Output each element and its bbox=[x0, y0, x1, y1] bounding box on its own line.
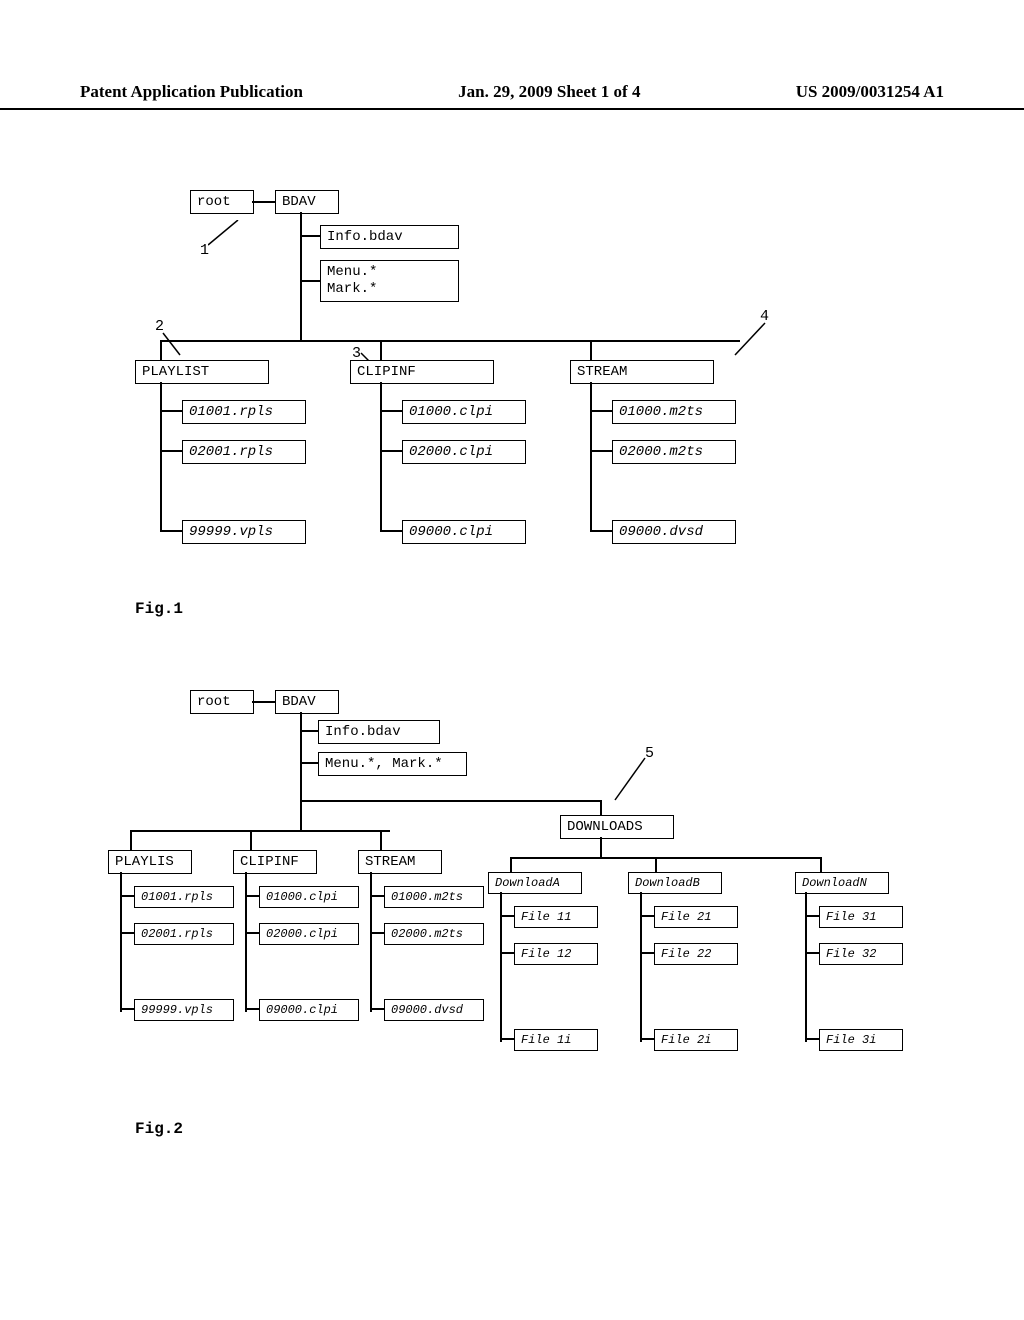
fig2-c2-box: 02000.clpi bbox=[259, 923, 359, 945]
fig2-playlis-box: PLAYLIS bbox=[108, 850, 192, 874]
fig1-s2-box: 02000.m2ts bbox=[612, 440, 736, 464]
fig2-bdav-box: BDAV bbox=[275, 690, 339, 714]
fig2-s2-box: 02000.m2ts bbox=[384, 923, 484, 945]
figure-2: root BDAV Info.bdav Menu.*, Mark.* 5 DOW… bbox=[100, 690, 930, 1130]
fig2-label: Fig.2 bbox=[135, 1120, 183, 1138]
fig2-menumark-box: Menu.*, Mark.* bbox=[318, 752, 467, 776]
fig2-p2-box: 02001.rpls bbox=[134, 923, 234, 945]
fig2-p1-box: 01001.rpls bbox=[134, 886, 234, 908]
header-left: Patent Application Publication bbox=[80, 82, 303, 102]
fig2-p3-box: 99999.vpls bbox=[134, 999, 234, 1021]
fig1-p2-box: 02001.rpls bbox=[182, 440, 306, 464]
fig2-db-box: DownloadB bbox=[628, 872, 722, 894]
fig2-f32-box: File 32 bbox=[819, 943, 903, 965]
fig2-info-box: Info.bdav bbox=[318, 720, 440, 744]
fig2-clipinf-box: CLIPINF bbox=[233, 850, 317, 874]
fig1-c2-box: 02000.clpi bbox=[402, 440, 526, 464]
fig1-c1-box: 01000.clpi bbox=[402, 400, 526, 424]
fig2-f11-box: File 11 bbox=[514, 906, 598, 928]
fig1-stream-box: STREAM bbox=[570, 360, 714, 384]
figure-1: root BDAV 1 Info.bdav Menu.* Mark.* 2 3 … bbox=[130, 190, 900, 650]
fig2-c3-box: 09000.clpi bbox=[259, 999, 359, 1021]
page-header: Patent Application Publication Jan. 29, … bbox=[0, 82, 1024, 110]
header-right: US 2009/0031254 A1 bbox=[796, 82, 944, 102]
fig2-root-box: root bbox=[190, 690, 254, 714]
fig1-p1-box: 01001.rpls bbox=[182, 400, 306, 424]
fig1-s3-box: 09000.dvsd bbox=[612, 520, 736, 544]
fig1-c3-box: 09000.clpi bbox=[402, 520, 526, 544]
fig2-f1i-box: File 1i bbox=[514, 1029, 598, 1051]
fig1-clipinf-box: CLIPINF bbox=[350, 360, 494, 384]
fig1-info-box: Info.bdav bbox=[320, 225, 459, 249]
header-center: Jan. 29, 2009 Sheet 1 of 4 bbox=[458, 82, 640, 102]
fig1-bdav-box: BDAV bbox=[275, 190, 339, 214]
fig1-menumark-box: Menu.* Mark.* bbox=[320, 260, 459, 302]
fig1-label: Fig.1 bbox=[135, 600, 183, 618]
fig2-s1-box: 01000.m2ts bbox=[384, 886, 484, 908]
fig2-f22-box: File 22 bbox=[654, 943, 738, 965]
fig2-f21-box: File 21 bbox=[654, 906, 738, 928]
fig2-f31-box: File 31 bbox=[819, 906, 903, 928]
fig2-stream-box: STREAM bbox=[358, 850, 442, 874]
fig1-p3-box: 99999.vpls bbox=[182, 520, 306, 544]
fig1-root-box: root bbox=[190, 190, 254, 214]
fig1-playlist-box: PLAYLIST bbox=[135, 360, 269, 384]
fig2-da-box: DownloadA bbox=[488, 872, 582, 894]
fig1-s1-box: 01000.m2ts bbox=[612, 400, 736, 424]
fig2-f2i-box: File 2i bbox=[654, 1029, 738, 1051]
fig2-s3-box: 09000.dvsd bbox=[384, 999, 484, 1021]
fig2-c1-box: 01000.clpi bbox=[259, 886, 359, 908]
fig2-downloads-box: DOWNLOADS bbox=[560, 815, 674, 839]
fig2-f12-box: File 12 bbox=[514, 943, 598, 965]
fig2-dn-box: DownloadN bbox=[795, 872, 889, 894]
fig2-f3i-box: File 3i bbox=[819, 1029, 903, 1051]
